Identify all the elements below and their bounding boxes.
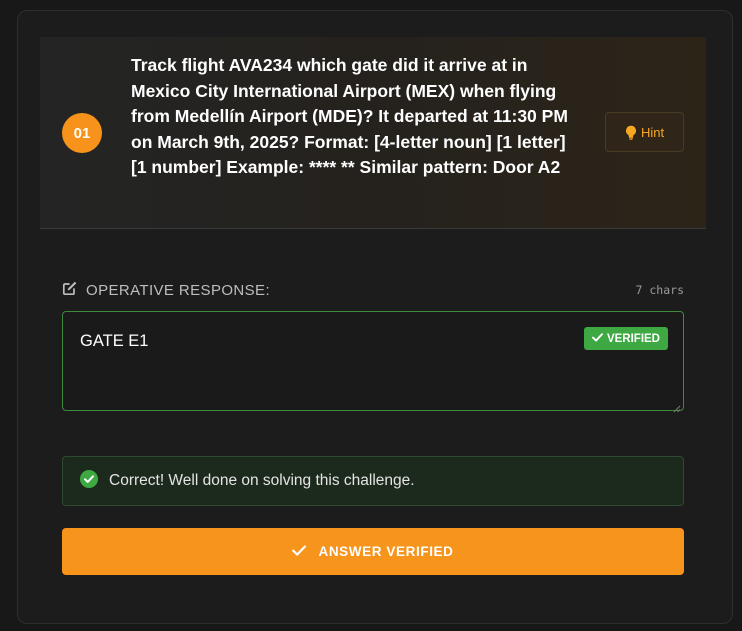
hint-button[interactable]: Hint [605, 112, 684, 152]
question-number-badge: 01 [62, 113, 102, 153]
response-label-text: OPERATIVE RESPONSE: [86, 281, 271, 299]
success-message: Correct! Well done on solving this chall… [62, 456, 684, 506]
success-message-text: Correct! Well done on solving this chall… [109, 472, 415, 489]
char-count: 7 chars [635, 283, 684, 297]
question-text: Track flight AVA234 which gate did it ar… [131, 55, 568, 178]
check-icon [592, 332, 603, 345]
check-icon [292, 544, 307, 559]
answer-input[interactable]: GATE E1 VERIFIED [62, 311, 684, 413]
answer-value: GATE E1 [80, 332, 149, 350]
answer-verified-button[interactable]: ANSWER VERIFIED [62, 528, 684, 575]
answer-verified-button-label: ANSWER VERIFIED [318, 544, 454, 559]
check-circle-icon [80, 469, 98, 493]
resize-handle[interactable] [673, 400, 681, 413]
hint-button-label: Hint [640, 124, 665, 140]
verified-badge-label: VERIFIED [606, 332, 660, 345]
verified-badge: VERIFIED [583, 327, 668, 350]
question-panel: 01 Track flight AVA234 which gate did it… [40, 37, 706, 229]
lightbulb-icon [625, 125, 637, 140]
response-label: OPERATIVE RESPONSE: [62, 280, 270, 300]
edit-icon [62, 280, 78, 300]
